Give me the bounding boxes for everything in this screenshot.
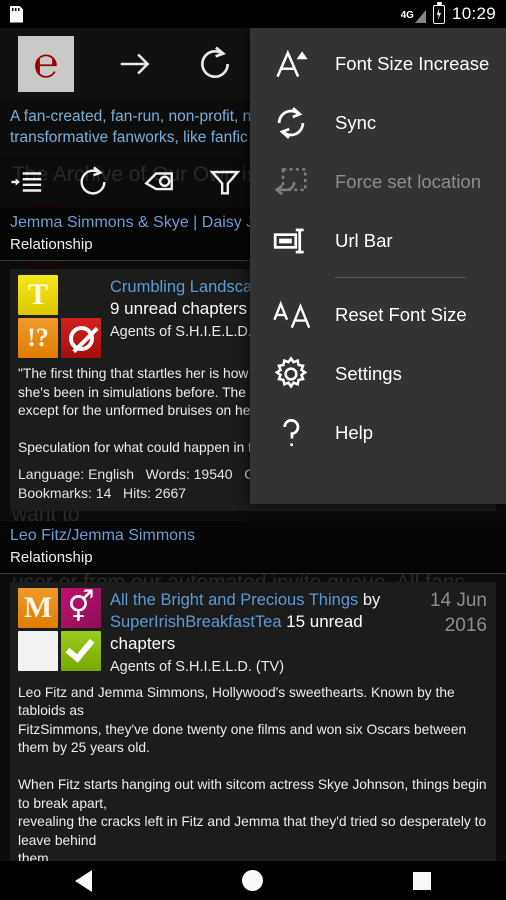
menu-item-reset-font-size[interactable]: Reset Font Size: [250, 285, 506, 344]
work-date-line1: 14 Jun: [429, 589, 487, 611]
status-bar-clock: 10:29: [451, 4, 496, 23]
section-kind-label: Relationship: [10, 548, 93, 566]
work-icon-grid: T !?: [18, 275, 101, 358]
phone-screen: 4G 10:29 The Archive of Our Own is a mor…: [0, 0, 506, 900]
menu-item-label: Url Bar: [335, 229, 393, 251]
overflow-menu[interactable]: Font Size Increase Sync Force set locati…: [250, 28, 506, 504]
work-date: 14 Jun 2016: [430, 588, 487, 638]
menu-item-label: Settings: [335, 362, 402, 384]
work-title-line: All the Bright and Precious Things by Su…: [110, 589, 410, 655]
rating-teen-icon: T: [18, 275, 58, 315]
home-icon[interactable]: [242, 870, 263, 891]
menu-item-label: Help: [335, 421, 374, 443]
gear-icon: [272, 355, 310, 393]
work-icon-grid: M ⚥: [18, 587, 101, 677]
work-by-label: by: [358, 590, 381, 609]
warning-choose-not-icon: !?: [18, 318, 58, 358]
menu-item-label: Font Size Increase: [335, 52, 490, 74]
ao3-logo[interactable]: ℮: [18, 36, 74, 92]
filter-icon[interactable]: [208, 165, 242, 199]
menu-item-help[interactable]: Help: [250, 403, 506, 462]
force-set-location-icon: [272, 163, 310, 201]
work-date-line2: 2016: [444, 614, 487, 636]
menu-item-force-set-location: Force set location: [250, 152, 506, 211]
work-item[interactable]: 14 Jun 2016 M ⚥ All the Bright and Preci…: [10, 581, 496, 862]
work-unread-count: 9 unread chapters: [110, 299, 248, 318]
work-fandom: Agents of S.H.I.E.L.D. (TV): [110, 658, 285, 675]
menu-separator: [335, 277, 466, 278]
status-bar: 4G 10:29: [0, 0, 506, 28]
section-tag-label: Leo Fitz/Jemma Simmons: [10, 526, 195, 544]
refresh-icon[interactable]: [76, 165, 110, 199]
work-author[interactable]: SuperIrishBreakfastTea: [110, 613, 282, 631]
indent-list-icon[interactable]: [10, 165, 44, 199]
arrow-right-icon[interactable]: [116, 45, 154, 83]
status-bar-left: [10, 5, 23, 23]
menu-item-label: Reset Font Size: [335, 303, 467, 325]
sd-card-icon: [10, 5, 23, 23]
back-icon[interactable]: [75, 869, 92, 892]
work-incomplete-icon: [61, 318, 101, 358]
tag-icon[interactable]: [142, 165, 176, 199]
work-meta: All the Bright and Precious Things by Su…: [110, 588, 410, 677]
menu-item-url-bar[interactable]: Url Bar: [250, 211, 506, 270]
site-intro-line1: A fan-created, fan-run, non-profit, no: [10, 108, 260, 125]
signal-icon: 4G: [400, 8, 426, 23]
menu-item-settings[interactable]: Settings: [250, 344, 506, 403]
status-bar-right: 4G 10:29: [400, 2, 496, 24]
refresh-icon[interactable]: [196, 45, 234, 83]
network-type-label: 4G: [400, 9, 414, 21]
menu-item-label: Sync: [335, 111, 377, 133]
het-glyph: ⚥: [67, 589, 95, 625]
url-bar-icon: [272, 222, 310, 260]
help-icon: [272, 414, 310, 452]
menu-item-font-size-increase[interactable]: Font Size Increase: [250, 34, 506, 93]
section-header[interactable]: Leo Fitz/Jemma Simmons Relationship: [0, 520, 506, 574]
work-header: M ⚥ All the Bright and Precious Things b…: [18, 587, 488, 677]
reset-font-size-icon: [272, 296, 310, 334]
font-size-increase-icon: [272, 45, 310, 83]
warning-none-icon: [18, 630, 58, 671]
work-summary: Leo Fitz and Jemma Simmons, Hollywood's …: [18, 684, 487, 862]
site-intro-line2: transformative fanworks, like fanfic: [10, 129, 248, 146]
menu-item-sync[interactable]: Sync: [250, 93, 506, 152]
signal-bars-icon: [414, 9, 426, 23]
category-het-icon: ⚥: [61, 587, 101, 628]
work-title[interactable]: All the Bright and Precious Things: [110, 591, 358, 609]
work-complete-icon: [61, 630, 101, 671]
navigation-bar[interactable]: [0, 861, 506, 900]
rating-mature-icon: M: [18, 587, 58, 628]
category-multi-icon: [61, 275, 101, 315]
recents-icon[interactable]: [413, 871, 431, 890]
sync-icon: [272, 104, 310, 142]
menu-item-label: Force set location: [335, 170, 482, 192]
battery-charging-icon: [432, 2, 445, 24]
